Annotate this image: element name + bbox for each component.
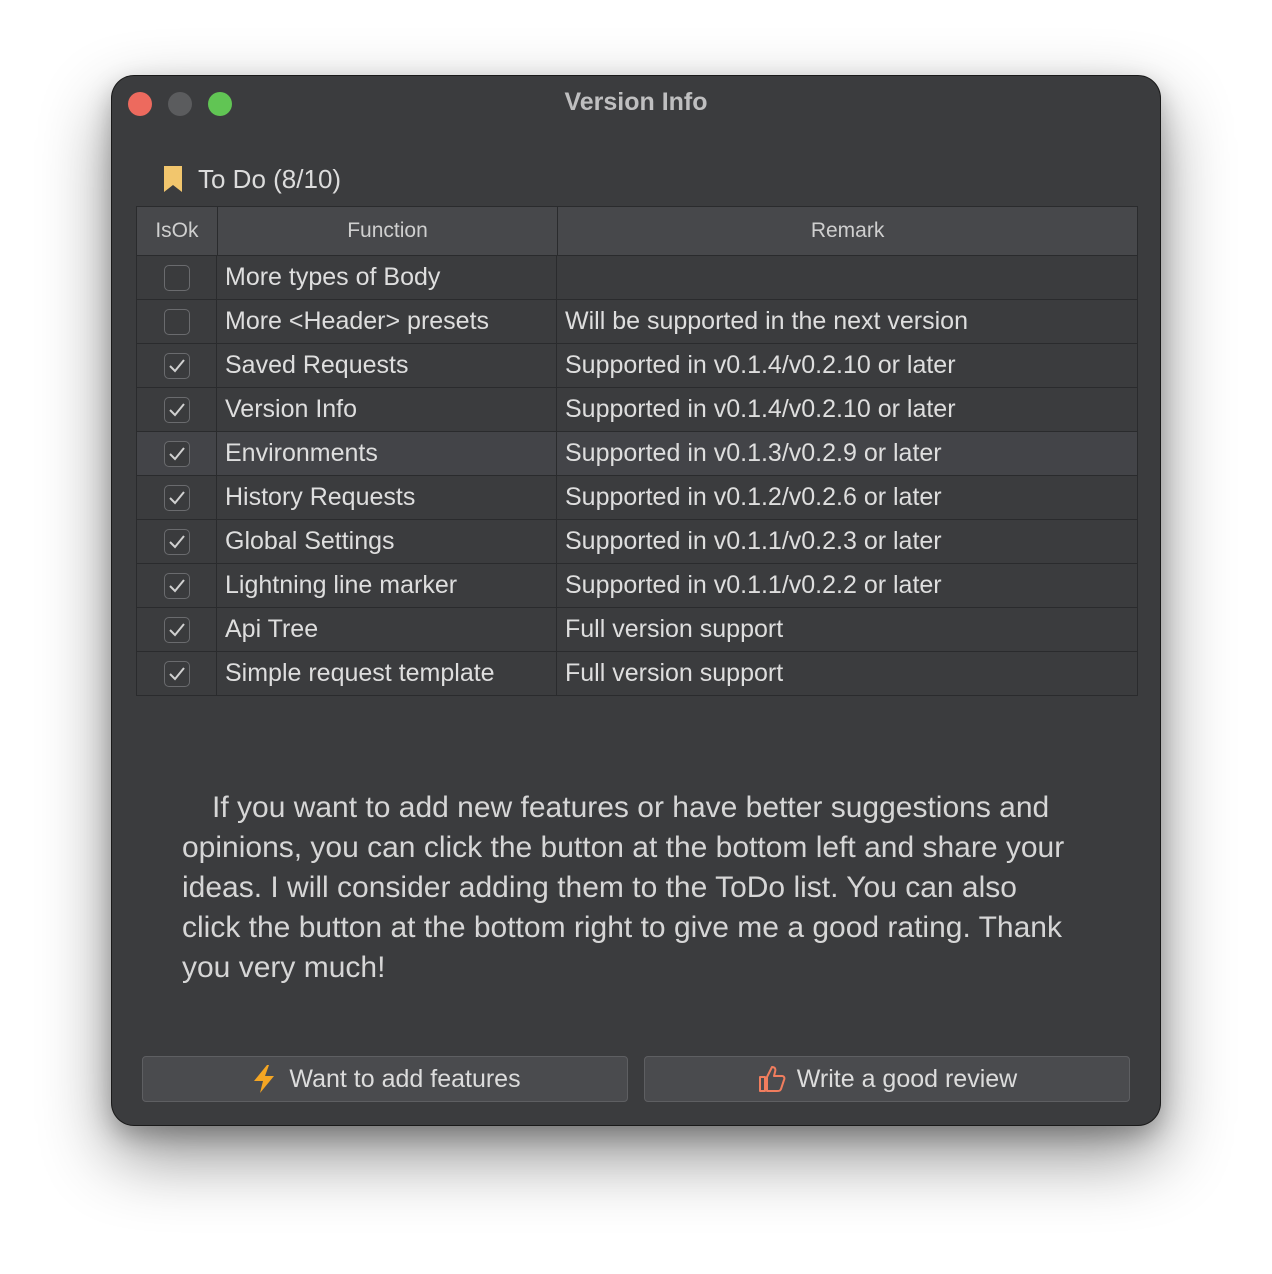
checkmark-icon (168, 358, 185, 372)
isok-cell (137, 520, 217, 563)
add-features-label: Want to add features (289, 1064, 521, 1093)
checkmark-icon (168, 490, 185, 504)
remark-cell: Full version support (565, 659, 784, 687)
function-cell: Environments (217, 432, 557, 475)
isok-checkbox[interactable] (163, 616, 190, 643)
remark-cell: Supported in v0.1.1/v0.2.3 or later (565, 527, 942, 555)
table-row[interactable]: Simple request template Full version sup… (137, 652, 1137, 695)
isok-cell (137, 608, 217, 651)
table-row[interactable]: Global Settings Supported in v0.1.1/v0.2… (137, 520, 1137, 564)
write-review-button[interactable]: Write a good review (644, 1056, 1130, 1102)
checkmark-icon (168, 666, 185, 680)
remark-cell (557, 256, 1137, 299)
isok-cell (137, 564, 217, 607)
isok-cell (137, 344, 217, 387)
function-cell: Global Settings (217, 520, 557, 563)
checkmark-icon (168, 578, 185, 592)
remark-cell: Supported in v0.1.4/v0.2.10 or later (565, 395, 956, 423)
function-cell: Lightning line marker (217, 564, 557, 607)
remark-cell: Supported in v0.1.2/v0.2.6 or later (565, 483, 942, 511)
table-body: More types of Body More <Header> presets… (137, 256, 1137, 695)
function-cell: Saved Requests (217, 344, 557, 387)
table-row[interactable]: Saved Requests Supported in v0.1.4/v0.2.… (137, 344, 1137, 388)
table-row[interactable]: More <Header> presets Will be supported … (137, 300, 1137, 344)
isok-checkbox[interactable] (163, 660, 190, 687)
table-row[interactable]: History Requests Supported in v0.1.2/v0.… (137, 476, 1137, 520)
isok-checkbox[interactable] (163, 440, 190, 467)
add-features-button[interactable]: Want to add features (142, 1056, 628, 1102)
remark-cell: Supported in v0.1.4/v0.2.10 or later (565, 351, 956, 379)
table-row[interactable]: Lightning line marker Supported in v0.1.… (137, 564, 1137, 608)
function-cell: More types of Body (217, 256, 557, 299)
window-title: Version Info (564, 88, 708, 116)
checkmark-icon (168, 402, 185, 416)
isok-checkbox[interactable] (163, 572, 190, 599)
function-cell: Api Tree (217, 608, 557, 651)
isok-cell (137, 652, 217, 695)
isok-checkbox[interactable] (163, 484, 190, 511)
isok-checkbox[interactable] (163, 264, 190, 291)
remark-cell: Supported in v0.1.1/v0.2.2 or later (565, 571, 942, 599)
checkmark-icon (168, 622, 185, 636)
remark-cell: Will be supported in the next version (565, 307, 968, 335)
function-cell: Simple request template (217, 652, 557, 695)
checkmark-icon (168, 446, 185, 460)
isok-cell (137, 388, 217, 431)
table-header: IsOk Function Remark (137, 207, 1137, 256)
table-row[interactable]: Api Tree Full version support (137, 608, 1137, 652)
todo-table: IsOk Function Remark More types of Body (136, 206, 1138, 696)
isok-cell (137, 256, 217, 299)
function-cell: Version Info (217, 388, 557, 431)
lightning-icon (249, 1064, 279, 1094)
table-row[interactable]: Version Info Supported in v0.1.4/v0.2.10… (137, 388, 1137, 432)
write-review-label: Write a good review (796, 1064, 1018, 1093)
column-header-function[interactable]: Function (218, 207, 559, 255)
checkmark-icon (168, 534, 185, 548)
todo-header: To Do (8/10) (162, 162, 341, 196)
function-cell: More <Header> presets (217, 300, 557, 343)
feedback-message: If you want to add new features or have … (182, 791, 1065, 984)
column-header-isok[interactable]: IsOk (137, 207, 218, 255)
version-info-window: Version Info To Do (8/10) IsOk Function … (112, 76, 1160, 1125)
isok-checkbox[interactable] (163, 308, 190, 335)
button-bar: Want to add features Write a good review (142, 1056, 1130, 1102)
isok-checkbox[interactable] (163, 528, 190, 555)
remark-cell: Full version support (565, 615, 784, 643)
isok-checkbox[interactable] (163, 396, 190, 423)
isok-cell (137, 476, 217, 519)
todo-title: To Do (8/10) (198, 163, 342, 194)
remark-cell: Supported in v0.1.3/v0.2.9 or later (565, 439, 942, 467)
isok-cell (137, 300, 217, 343)
function-cell: History Requests (217, 476, 557, 519)
isok-cell (137, 432, 217, 475)
column-header-remark[interactable]: Remark (558, 207, 1137, 255)
thumbs-up-icon (757, 1064, 787, 1094)
title-bar: Version Info (112, 76, 1160, 132)
table-row[interactable]: Environments Supported in v0.1.3/v0.2.9 … (137, 432, 1137, 476)
bookmark-icon (164, 166, 182, 192)
table-row[interactable]: More types of Body (137, 256, 1137, 300)
isok-checkbox[interactable] (163, 352, 190, 379)
